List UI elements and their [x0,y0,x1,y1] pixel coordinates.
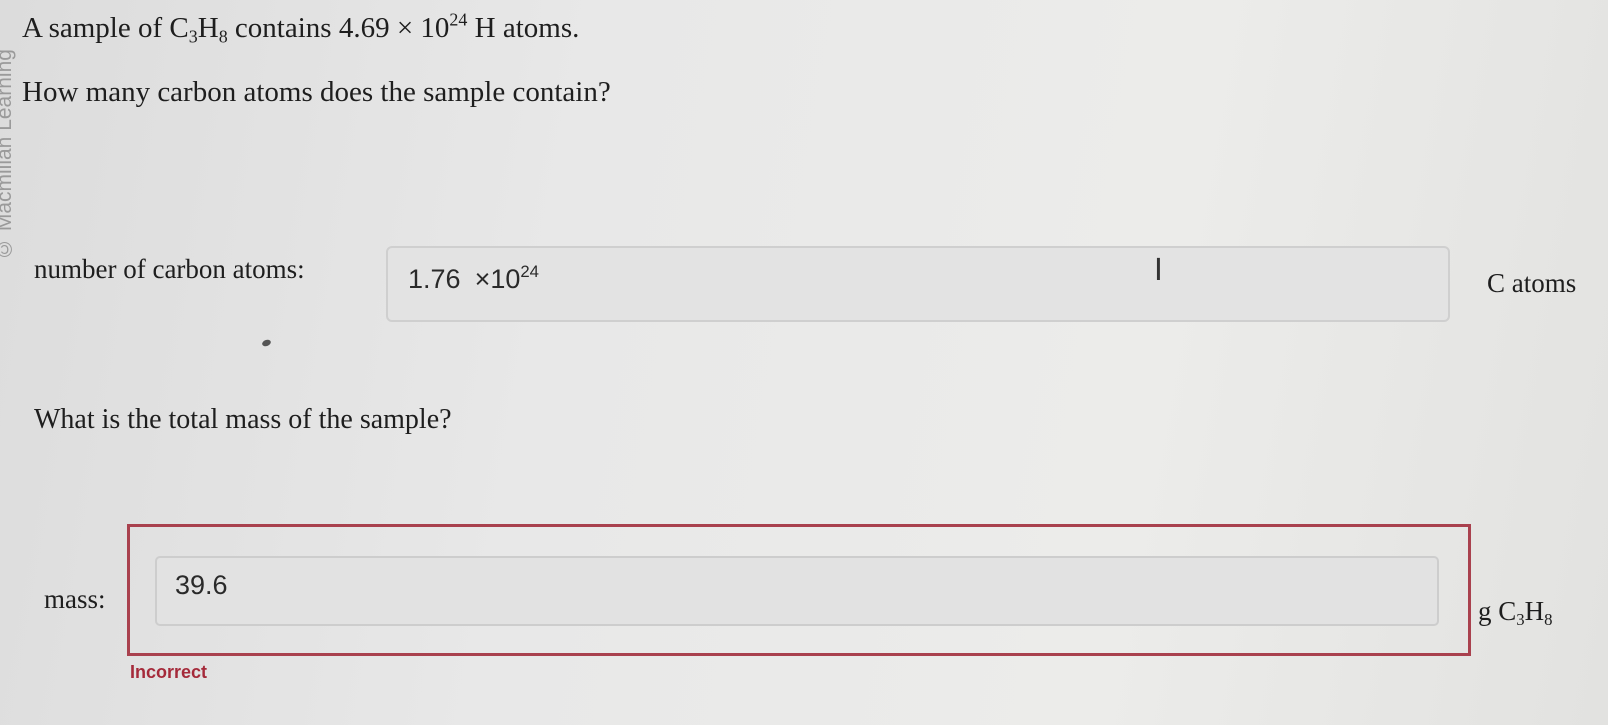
question-statement: A sample of C3H8 contains 4.69 × 1024 H … [22,9,580,47]
incorrect-feedback: Incorrect [130,662,208,682]
carbon-question: How many carbon atoms does the sample co… [22,76,611,108]
mass-unit: g C3H8 [1478,596,1553,630]
mass-question: What is the total mass of the sample? [34,404,452,435]
mass-input[interactable]: 39.6 [155,556,1439,626]
mouse-pointer-dot [261,338,272,348]
mass-label: mass: [44,584,106,614]
copyright-watermark: © Macmillan Learning [0,49,16,260]
carbon-atoms-unit: C atoms [1487,268,1577,298]
mass-value: 39.6 [175,570,228,600]
text-cursor-icon: I [1154,253,1163,288]
carbon-atoms-value: 1.76 ×1024 [408,262,539,294]
carbon-atoms-label: number of carbon atoms: [34,254,305,284]
carbon-atoms-input[interactable]: 1.76 ×1024 I [386,246,1450,322]
